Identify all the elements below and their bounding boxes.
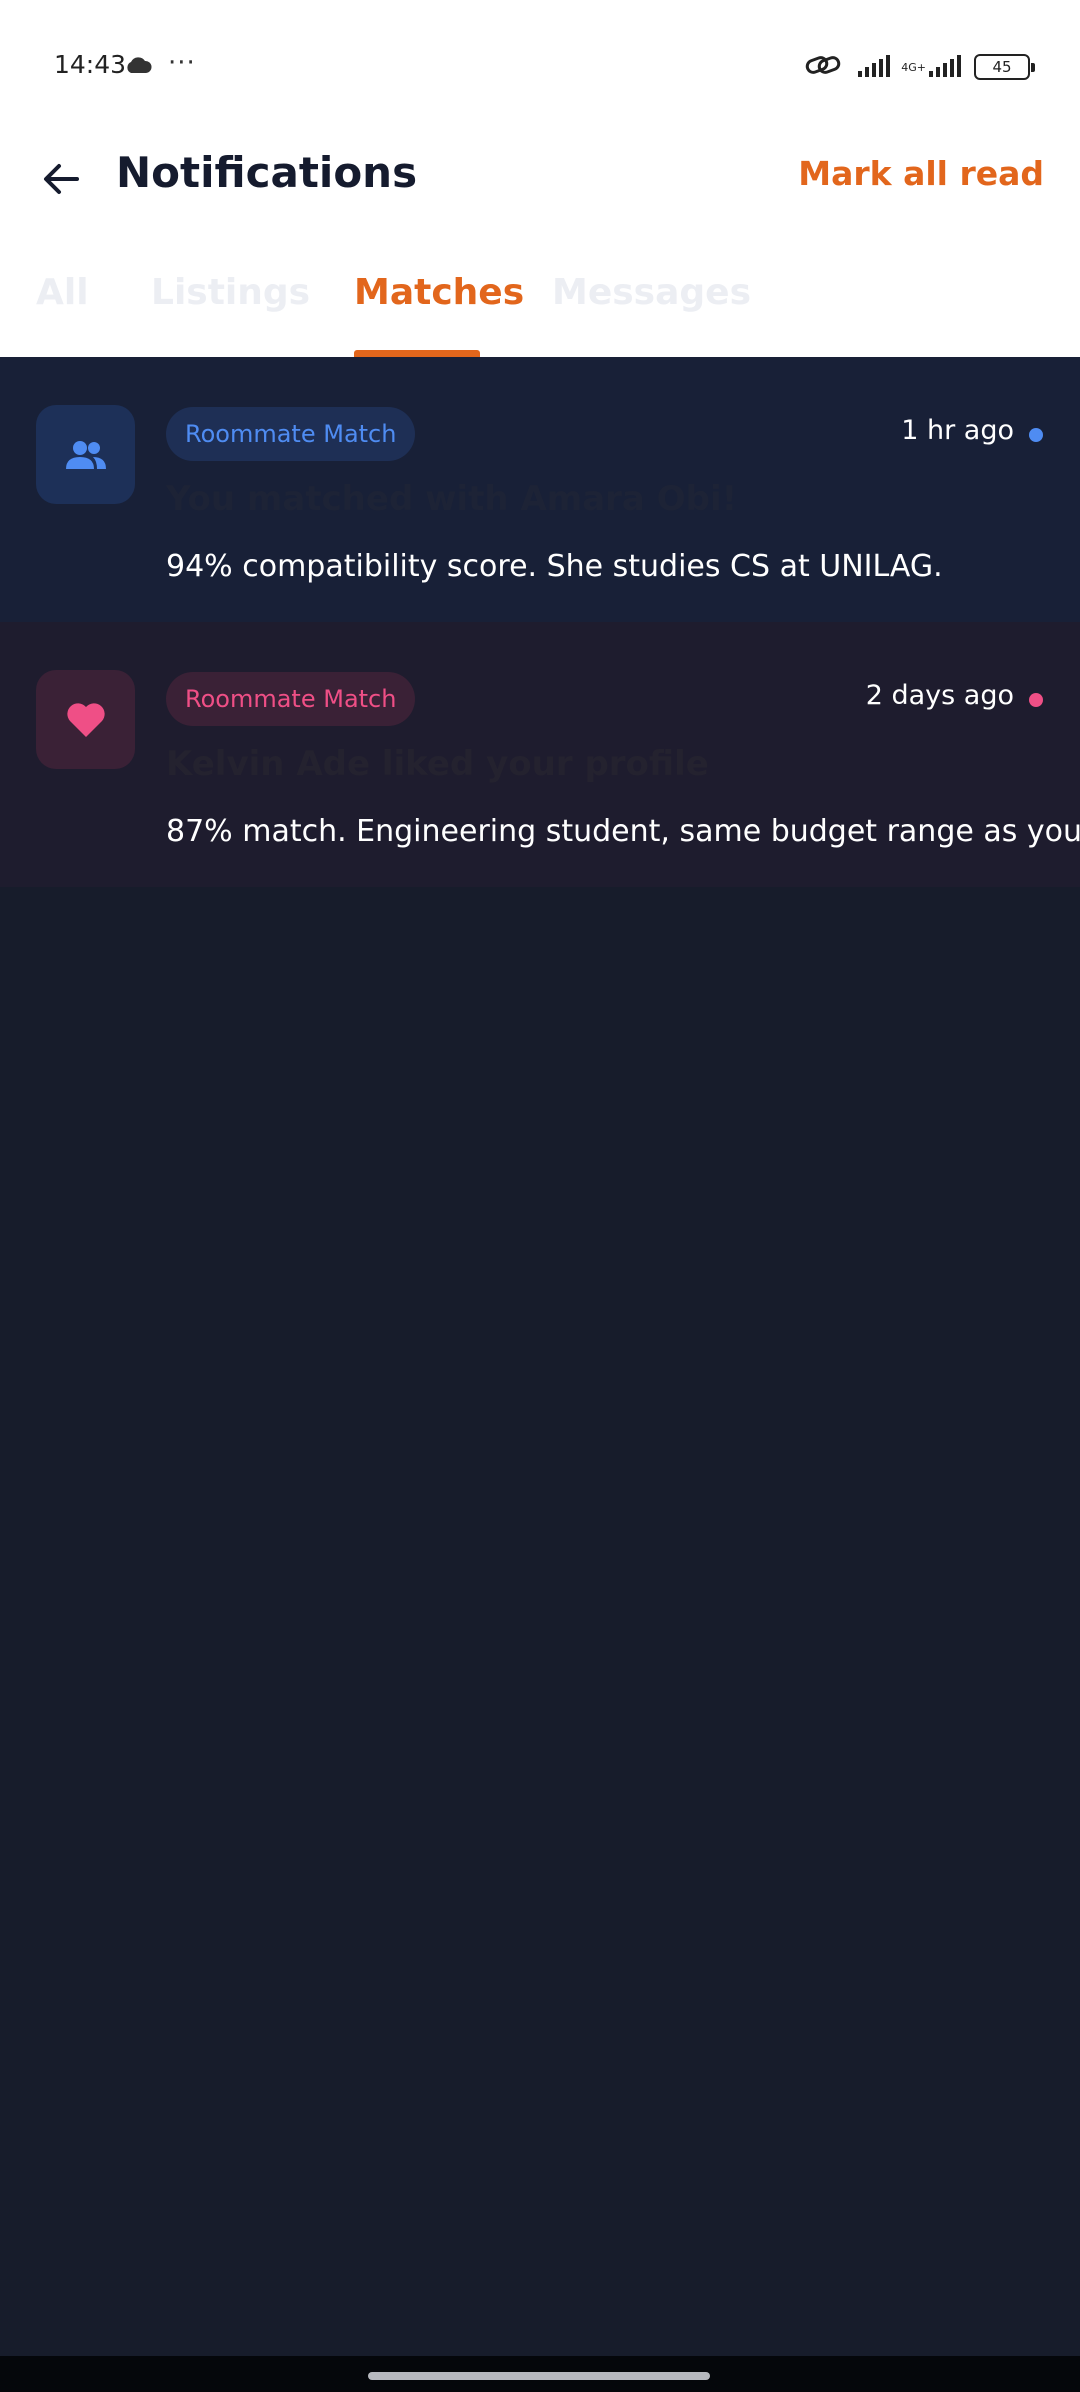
unread-dot [1029, 693, 1043, 707]
tab-matches[interactable]: Matches [354, 272, 524, 313]
tab-listings[interactable]: Listings [151, 272, 310, 313]
notification-card[interactable]: Roommate Match 1 hr ago You matched with… [0, 357, 1080, 622]
app-bar: Notifications Mark all read [0, 134, 1080, 220]
signal-icon-2 [928, 53, 964, 81]
header: 14:43 ··· 4G+ 45 Notifications Mark all … [0, 0, 1080, 357]
unread-dot [1029, 428, 1043, 442]
notifications-screen: 14:43 ··· 4G+ 45 Notifications Mark all … [0, 0, 1080, 2392]
notification-title: Kelvin Ade liked your profile [166, 744, 709, 784]
active-tab-indicator [354, 350, 480, 357]
home-indicator-handle[interactable] [368, 2372, 710, 2380]
notification-time: 2 days ago [865, 680, 1014, 711]
notification-body: 94% compatibility score. She studies CS … [166, 549, 943, 584]
page-title: Notifications [116, 148, 418, 197]
category-badge: Roommate Match [166, 672, 416, 726]
tab-messages[interactable]: Messages [552, 272, 751, 313]
battery-level: 45 [992, 58, 1012, 76]
notification-time: 1 hr ago [901, 415, 1014, 446]
tab-bar: All Listings Matches Messages [0, 262, 1080, 357]
status-icons: 4G+ 45 [805, 50, 1035, 84]
category-badge: Roommate Match [166, 407, 416, 461]
status-time: 14:43 [54, 50, 127, 79]
notification-body: 87% match. Engineering student, same bud… [166, 814, 1080, 849]
mark-all-read-button[interactable]: Mark all read [798, 154, 1044, 193]
notification-list: Roommate Match 1 hr ago You matched with… [0, 357, 1080, 887]
cloud-icon [124, 56, 152, 78]
battery-icon: 45 [974, 54, 1035, 80]
link-icon [805, 53, 841, 81]
people-icon [36, 405, 135, 504]
heart-icon [36, 670, 135, 769]
network-type-label: 4G+ [901, 60, 926, 74]
tab-all[interactable]: All [36, 272, 89, 313]
signal-icon [857, 53, 893, 81]
notification-title: You matched with Amara Obi! [166, 479, 738, 519]
status-bar: 14:43 ··· 4G+ 45 [0, 0, 1080, 134]
back-button[interactable] [36, 154, 86, 204]
notification-card[interactable]: Roommate Match 2 days ago Kelvin Ade lik… [0, 622, 1080, 887]
arrow-left-icon [44, 164, 79, 194]
navigation-bar [0, 2356, 1080, 2392]
more-notifications-icon: ··· [168, 48, 196, 78]
